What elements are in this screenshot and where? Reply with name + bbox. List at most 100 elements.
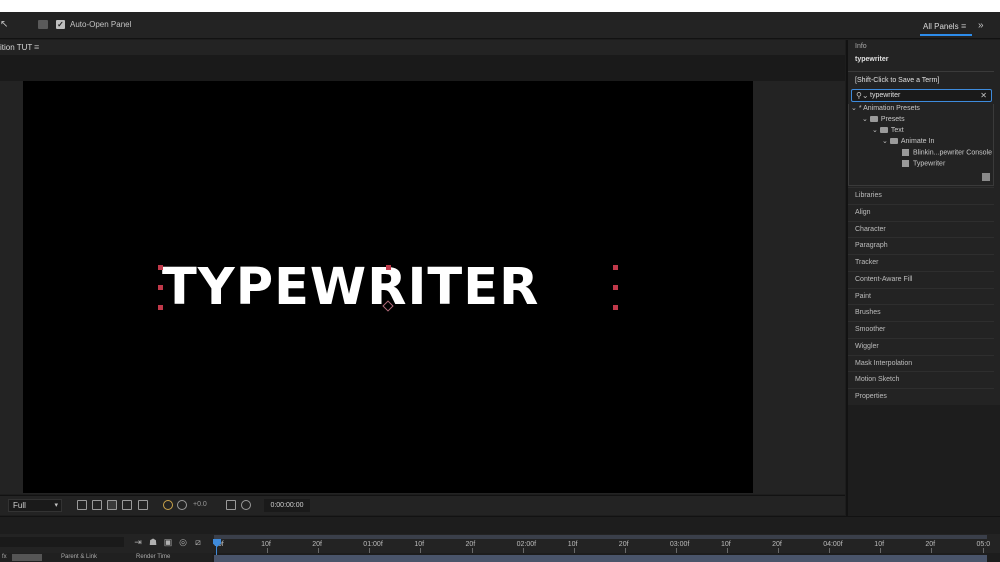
timeline-column-header: fx Parent & Link Render Time (0, 553, 212, 562)
folder-icon (869, 116, 878, 123)
panel-label: Brushes (855, 309, 881, 317)
tick-mark (778, 548, 780, 553)
shy-layers-icon[interactable]: ▣ (163, 537, 173, 547)
panel-label: Character (855, 225, 886, 233)
tree-item-preset[interactable]: Typewriter (902, 160, 945, 168)
tick-label: 20f (465, 541, 476, 548)
transparency-grid-icon[interactable] (92, 500, 102, 510)
color-channel-icon[interactable] (163, 500, 173, 510)
info-panel-title[interactable]: Info (855, 43, 867, 51)
composition-subheader (0, 55, 845, 81)
folder-icon (879, 127, 888, 134)
effects-search-input[interactable]: ⚲⌄ typewriter ✕ (851, 89, 992, 102)
panel-brushes[interactable]: Brushes (848, 304, 994, 321)
bounding-handle[interactable] (158, 305, 163, 310)
tick-mark (880, 548, 882, 553)
timeline-search-input[interactable] (0, 537, 124, 547)
exposure-value[interactable]: +0.0 (193, 501, 207, 508)
workspace-overflow-icon[interactable]: » (978, 20, 984, 31)
exposure-reset-icon[interactable] (177, 500, 187, 510)
tree-item-presets[interactable]: ⌄ Presets (862, 116, 905, 124)
selection-tool-icon[interactable]: ↖ (0, 20, 8, 30)
panel-properties[interactable]: Properties (848, 388, 994, 404)
panel-smoother[interactable]: Smoother (848, 321, 994, 337)
panel-mask-interpolation[interactable]: Mask Interpolation (848, 354, 994, 371)
bounding-handle[interactable] (613, 305, 618, 310)
tree-item-label: Typewriter (913, 160, 946, 168)
show-snapshot-icon[interactable] (241, 500, 251, 510)
chevron-down-icon: ▾ (54, 502, 58, 509)
expand-toggle-icon[interactable]: ⌄ (882, 138, 888, 145)
panel-paragraph[interactable]: Paragraph (848, 237, 994, 254)
mask-visibility-icon[interactable] (107, 500, 117, 510)
composition-tab[interactable]: ition TUT (0, 43, 32, 53)
composition-flowchart-icon[interactable]: ⇥ (133, 537, 143, 547)
workspace-active-indicator (920, 34, 972, 36)
panel-content-aware-fill[interactable]: Content-Aware Fill (848, 270, 994, 287)
current-time-display[interactable]: 0:00:00:00 (264, 499, 310, 512)
panel-paint[interactable]: Paint (848, 287, 994, 304)
tree-item-animate-in[interactable]: ⌄ Animate In (882, 138, 934, 146)
tree-item-label: * Animation Presets (858, 105, 920, 112)
panel-wiggler[interactable]: Wiggler (848, 337, 994, 354)
tree-item-label: Animate In (900, 138, 935, 145)
tree-item-preset[interactable]: Blinkin...pewriter Console (902, 149, 992, 157)
expand-toggle-icon[interactable]: ⌄ (872, 127, 878, 134)
panel-toggle-icon[interactable] (38, 20, 48, 29)
tick-label: 10f (567, 541, 578, 548)
panel-label: Align (855, 208, 871, 216)
search-query-display: typewriter (855, 56, 889, 63)
bounding-handle[interactable] (613, 285, 618, 290)
new-preset-icon[interactable] (982, 173, 990, 181)
tick-mark (420, 548, 422, 553)
divider (848, 71, 994, 72)
workspace-all-panels[interactable]: All Panels (923, 22, 959, 32)
composition-tab-bar: ition TUT ≡ (0, 40, 845, 55)
parent-link-column[interactable]: Parent & Link (61, 553, 97, 562)
workspace-menu-icon[interactable]: ≡ (961, 21, 966, 31)
panel-label: Motion Sketch (855, 376, 900, 384)
guides-icon[interactable] (122, 500, 132, 510)
bounding-handle[interactable] (158, 285, 163, 290)
tree-item-animation-presets[interactable]: ⌄ * Animation Presets (851, 105, 920, 113)
canvas-text-layer[interactable]: TYPEWRITER (162, 259, 622, 317)
layer-duration-bar[interactable] (214, 555, 987, 562)
tick-mark (471, 548, 473, 553)
resolution-select[interactable]: Full ▾ (8, 499, 62, 512)
panel-tracker[interactable]: Tracker (848, 254, 994, 270)
fx-column-label: fx (2, 554, 7, 560)
render-time-column[interactable]: Render Time (136, 553, 170, 562)
tick-label: 10f (721, 541, 731, 548)
panel-label: Properties (855, 393, 887, 400)
tick-label: 02:00f (516, 541, 537, 548)
panel-label: Smoother (855, 326, 886, 333)
tick-mark (522, 548, 524, 553)
tick-label: 20f (925, 541, 936, 548)
folder-icon (889, 138, 898, 145)
draft-3d-icon[interactable]: ☗ (148, 537, 158, 547)
panel-label: Tracker (855, 259, 879, 266)
bounding-handle[interactable] (158, 265, 163, 270)
bounding-handle[interactable] (386, 265, 391, 270)
tree-item-text[interactable]: ⌄ Text (872, 127, 904, 135)
panel-motion-sketch[interactable]: Motion Sketch (848, 371, 994, 388)
top-strip (0, 0, 1000, 12)
snapshot-camera-icon[interactable] (226, 500, 236, 510)
expand-toggle-icon[interactable]: ⌄ (851, 105, 857, 112)
3d-view-icon[interactable] (138, 500, 148, 510)
panel-label: Content-Aware Fill (855, 275, 913, 283)
expand-toggle-icon[interactable]: ⌄ (862, 116, 868, 123)
panel-label: Paint (855, 292, 871, 300)
clear-search-icon[interactable]: ✕ (980, 91, 987, 101)
graph-editor-icon[interactable]: ⧄ (193, 537, 203, 547)
panel-character[interactable]: Character (848, 220, 994, 237)
bounding-handle[interactable] (613, 265, 618, 270)
auto-open-checkbox[interactable]: ✓ (56, 20, 65, 29)
panel-libraries[interactable]: Libraries (848, 187, 994, 203)
region-of-interest-icon[interactable] (77, 500, 87, 510)
composition-tab-menu-icon[interactable]: ≡ (34, 42, 39, 52)
panel-align[interactable]: Align (848, 203, 994, 220)
work-area-bar[interactable] (214, 535, 987, 539)
motion-blur-icon[interactable]: ◎ (178, 537, 188, 547)
preset-file-icon (902, 160, 909, 167)
